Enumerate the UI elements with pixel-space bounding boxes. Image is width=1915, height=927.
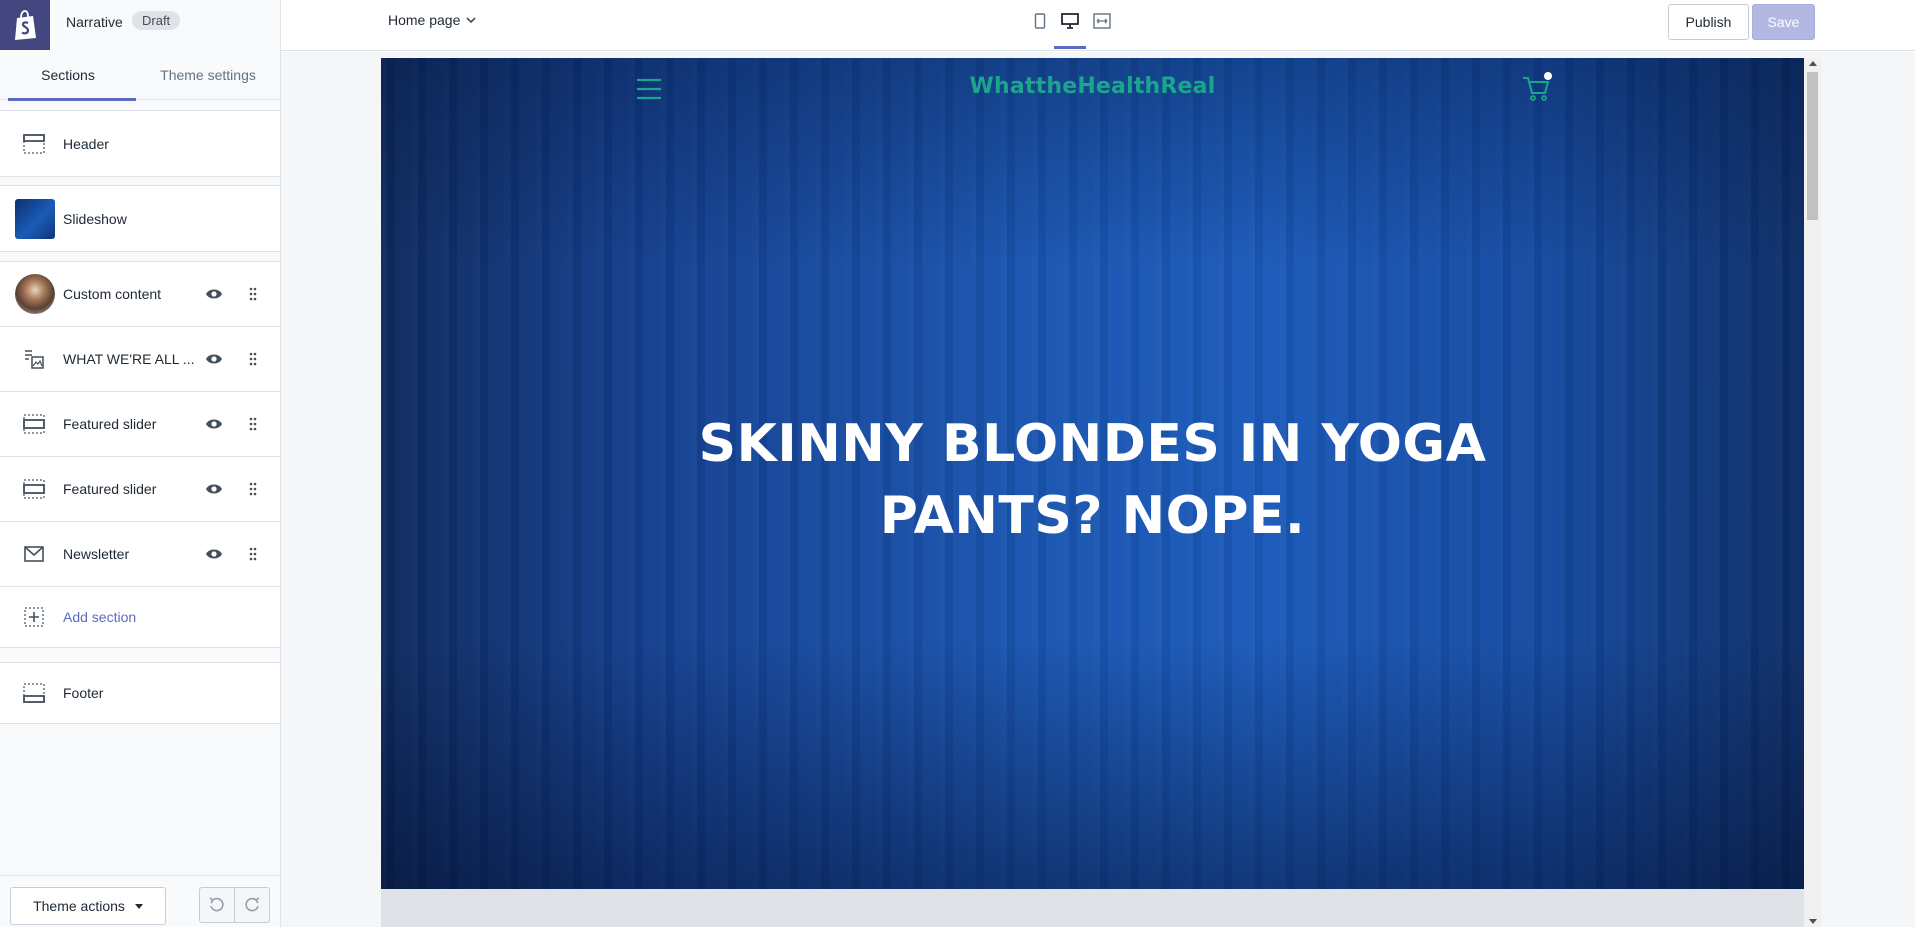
mobile-icon xyxy=(1034,13,1046,29)
sidebar: Narrative Draft Sections Theme settings … xyxy=(0,0,281,927)
drag-handle-icon[interactable] xyxy=(248,417,258,431)
section-label: Featured slider xyxy=(63,416,157,432)
section-label: Newsletter xyxy=(63,546,130,562)
preview-area: WhattheHealthReal SKINNY BLONDES IN YOGA… xyxy=(281,52,1915,927)
section-label: Custom content xyxy=(63,286,162,302)
desktop-icon xyxy=(1061,13,1079,29)
section-custom-content[interactable]: Custom content xyxy=(0,262,280,327)
desktop-view-button[interactable] xyxy=(1059,10,1081,32)
page-selector[interactable]: Home page xyxy=(388,12,476,28)
slider-section-icon xyxy=(22,477,46,501)
section-featured-slider[interactable]: Featured slider xyxy=(0,457,280,522)
shopify-logo-icon[interactable] xyxy=(0,0,50,50)
preview-below-fold xyxy=(381,889,1821,927)
redo-icon xyxy=(245,897,260,912)
preview-scrollbar[interactable] xyxy=(1804,58,1821,927)
page-selector-label: Home page xyxy=(388,12,461,28)
eye-icon[interactable] xyxy=(204,417,224,431)
cart-icon[interactable] xyxy=(1521,72,1553,102)
tab-sections[interactable]: Sections xyxy=(0,50,136,101)
undo-icon xyxy=(209,897,224,912)
draft-badge: Draft xyxy=(132,11,181,30)
editor-topbar: Home page Publish Save xyxy=(281,0,1915,51)
theme-actions-button[interactable]: Theme actions xyxy=(10,887,166,925)
undo-button[interactable] xyxy=(199,887,235,923)
drag-handle-icon[interactable] xyxy=(248,352,258,366)
store-logo[interactable]: WhattheHealthReal xyxy=(381,74,1804,99)
section-newsletter[interactable]: Newsletter xyxy=(0,522,280,587)
hero-heading: SKINNY BLONDES IN YOGA PANTS? NOPE. xyxy=(381,408,1804,552)
add-section-icon xyxy=(22,605,46,629)
custom-content-thumbnail xyxy=(15,274,55,314)
tab-theme-settings[interactable]: Theme settings xyxy=(136,50,280,100)
fullscreen-icon xyxy=(1093,13,1111,29)
eye-icon[interactable] xyxy=(204,547,224,561)
section-label: Header xyxy=(63,135,109,152)
caret-down-icon xyxy=(134,903,143,909)
footer-group: Footer xyxy=(0,662,280,724)
section-footer[interactable]: Footer xyxy=(0,663,280,723)
envelope-icon xyxy=(22,542,46,566)
sections-list: Custom content WHAT WE'RE ALL ... Featur… xyxy=(0,261,280,648)
eye-icon[interactable] xyxy=(204,287,224,301)
eye-icon[interactable] xyxy=(204,352,224,366)
section-header[interactable]: Header xyxy=(0,111,280,176)
drag-handle-icon[interactable] xyxy=(248,547,258,561)
header-section-icon xyxy=(22,132,46,156)
storefront-preview[interactable]: WhattheHealthReal SKINNY BLONDES IN YOGA… xyxy=(381,58,1804,889)
theme-actions-label: Theme actions xyxy=(33,898,125,914)
section-label: WHAT WE'RE ALL ... xyxy=(63,351,195,367)
scroll-thumb[interactable] xyxy=(1807,72,1818,220)
save-button[interactable]: Save xyxy=(1752,4,1815,40)
publish-button[interactable]: Publish xyxy=(1668,4,1749,40)
footer-section-icon xyxy=(22,681,46,705)
section-label: Footer xyxy=(63,685,104,701)
add-section-button[interactable]: Add section xyxy=(0,587,280,647)
section-image-with-text[interactable]: WHAT WE'RE ALL ... xyxy=(0,327,280,392)
section-featured-slider[interactable]: Featured slider xyxy=(0,392,280,457)
slideshow-thumbnail xyxy=(15,198,55,239)
sidebar-footer: Theme actions xyxy=(0,875,280,927)
section-label: Featured slider xyxy=(63,481,157,497)
hero-heading-line-1: SKINNY BLONDES IN YOGA xyxy=(698,414,1487,474)
section-label: Slideshow xyxy=(63,210,127,227)
header-group: Header xyxy=(0,110,280,177)
scroll-up-arrow-icon[interactable] xyxy=(1809,61,1817,66)
fullscreen-view-button[interactable] xyxy=(1091,10,1113,32)
drag-handle-icon[interactable] xyxy=(248,287,258,301)
add-section-label: Add section xyxy=(63,609,137,625)
section-slideshow[interactable]: Slideshow xyxy=(0,186,280,251)
drag-handle-icon[interactable] xyxy=(248,482,258,496)
chevron-down-icon xyxy=(466,16,476,23)
sidebar-tabs: Sections Theme settings xyxy=(0,50,280,101)
slider-section-icon xyxy=(22,412,46,436)
image-text-icon xyxy=(22,347,46,371)
slideshow-group: Slideshow xyxy=(0,185,280,252)
eye-icon[interactable] xyxy=(204,482,224,496)
theme-name: Narrative xyxy=(66,14,123,30)
hero-heading-line-2: PANTS? NOPE. xyxy=(879,486,1306,546)
scroll-down-arrow-icon[interactable] xyxy=(1809,919,1817,924)
active-device-indicator xyxy=(1054,46,1086,49)
redo-button[interactable] xyxy=(234,887,270,923)
mobile-view-button[interactable] xyxy=(1029,10,1051,32)
